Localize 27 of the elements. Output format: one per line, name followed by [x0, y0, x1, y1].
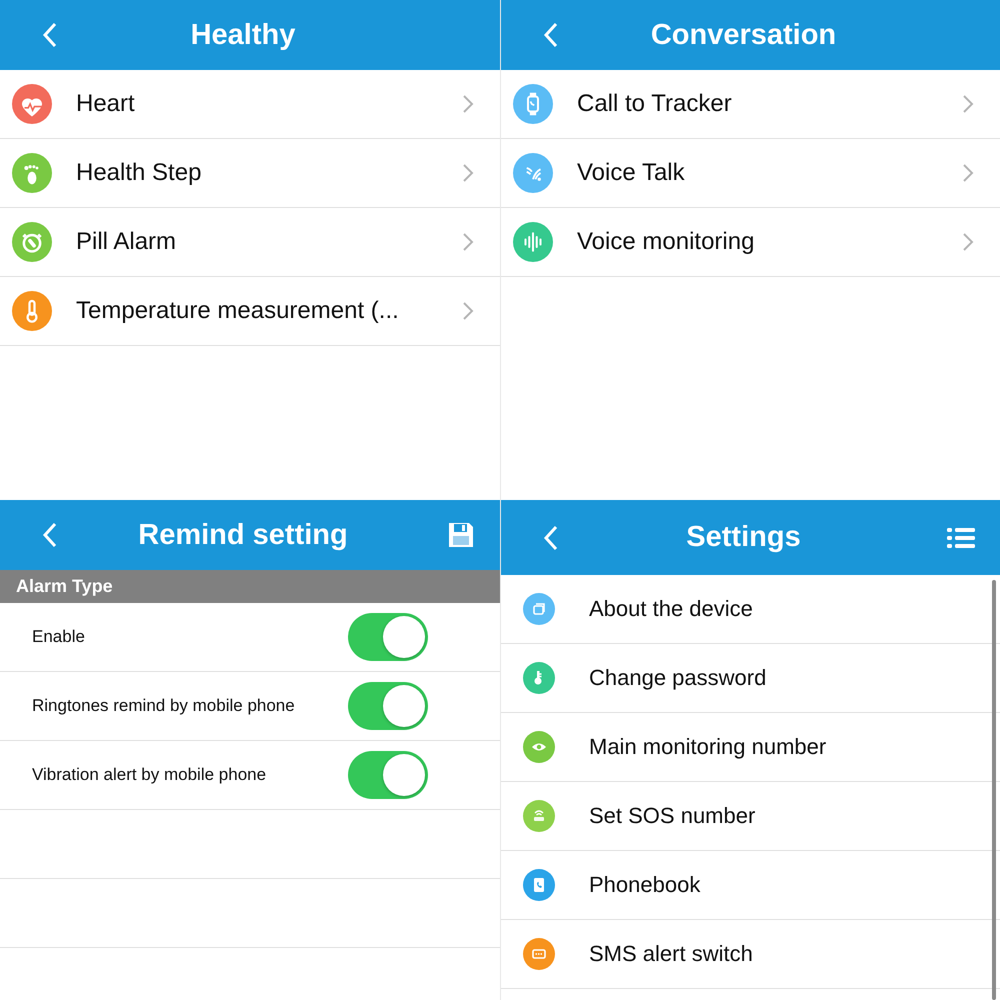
chevron-icon	[962, 94, 974, 114]
screen-title: Settings	[685, 521, 802, 554]
chevron-icon	[462, 94, 474, 114]
toggle-switch[interactable]	[348, 682, 428, 730]
chevron-icon	[962, 163, 974, 183]
setting-label: Enable	[32, 627, 86, 647]
toggle-switch[interactable]	[348, 751, 428, 799]
list-item[interactable]: Voice monitoring	[501, 208, 1000, 277]
list-item[interactable]: Call to Tracker	[501, 70, 1000, 139]
screen-title: Conversation	[650, 18, 838, 52]
list-item[interactable]: Temperature measurement (...	[0, 277, 500, 346]
chevron-icon	[462, 301, 474, 321]
save-icon[interactable]	[446, 520, 476, 550]
chevron-icon	[462, 163, 474, 183]
chevron-icon	[462, 232, 474, 252]
chevron-icon	[962, 232, 974, 252]
setting-label: Vibration alert by mobile phone	[32, 765, 268, 785]
setting-label: Ringtones remind by mobile phone	[32, 696, 296, 716]
list-item[interactable]: Voice Talk	[501, 139, 1000, 208]
list-item[interactable]: Pill Alarm	[0, 208, 500, 277]
list-item[interactable]: Heart	[0, 70, 500, 139]
toggle-switch[interactable]	[348, 613, 428, 661]
scrollbar[interactable]	[992, 580, 996, 1000]
screen-title: Healthy	[190, 18, 296, 52]
screen-title: Remind setting	[137, 518, 349, 552]
section-header: Alarm Type	[0, 570, 500, 603]
list-item[interactable]: Health Step	[0, 139, 500, 208]
